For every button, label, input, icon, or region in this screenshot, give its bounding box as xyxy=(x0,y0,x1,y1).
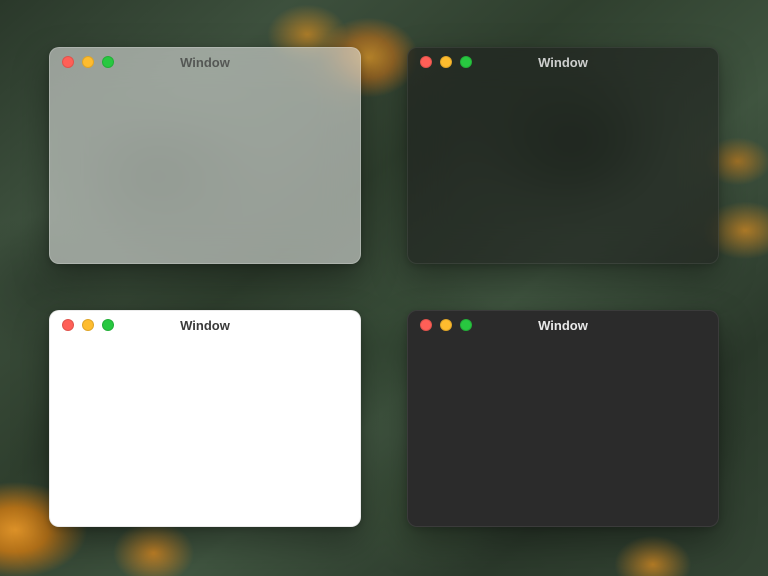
window-translucent-light[interactable]: Window xyxy=(49,47,361,264)
zoom-icon[interactable] xyxy=(460,319,472,331)
traffic-lights xyxy=(408,319,472,331)
titlebar[interactable]: Window xyxy=(50,48,360,76)
traffic-lights xyxy=(50,319,114,331)
titlebar[interactable]: Window xyxy=(50,311,360,339)
close-icon[interactable] xyxy=(420,319,432,331)
zoom-icon[interactable] xyxy=(460,56,472,68)
titlebar[interactable]: Window xyxy=(408,311,718,339)
window-content xyxy=(408,76,718,263)
zoom-icon[interactable] xyxy=(102,319,114,331)
minimize-icon[interactable] xyxy=(82,319,94,331)
window-solid-light[interactable]: Window xyxy=(49,310,361,527)
window-translucent-dark[interactable]: Window xyxy=(407,47,719,264)
close-icon[interactable] xyxy=(420,56,432,68)
minimize-icon[interactable] xyxy=(440,56,452,68)
traffic-lights xyxy=(50,56,114,68)
traffic-lights xyxy=(408,56,472,68)
minimize-icon[interactable] xyxy=(440,319,452,331)
window-content xyxy=(50,76,360,263)
titlebar[interactable]: Window xyxy=(408,48,718,76)
close-icon[interactable] xyxy=(62,319,74,331)
minimize-icon[interactable] xyxy=(82,56,94,68)
window-solid-dark[interactable]: Window xyxy=(407,310,719,527)
window-content xyxy=(50,339,360,526)
zoom-icon[interactable] xyxy=(102,56,114,68)
close-icon[interactable] xyxy=(62,56,74,68)
window-content xyxy=(408,339,718,526)
